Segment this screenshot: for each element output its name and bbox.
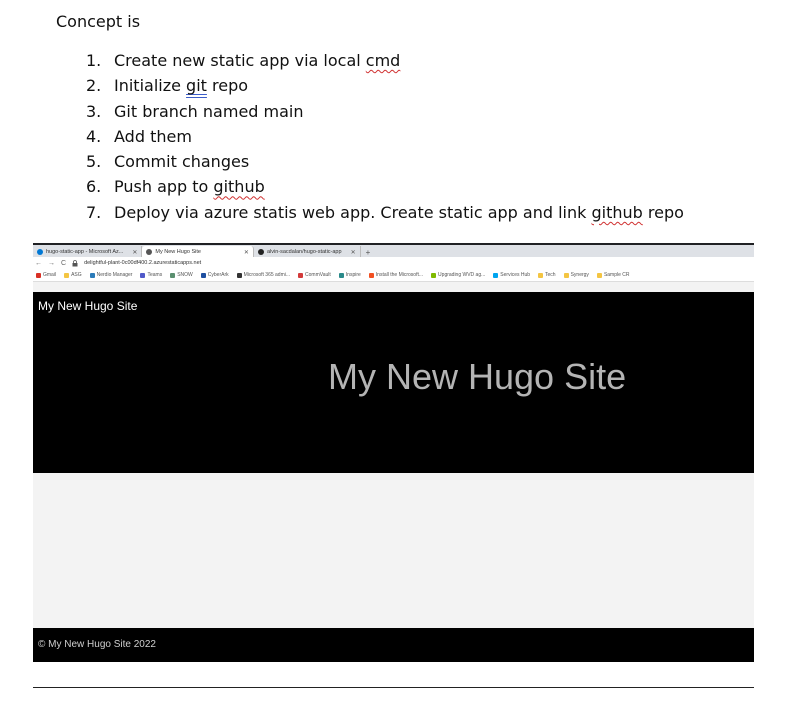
bookmark-item[interactable]: Inspire bbox=[338, 272, 361, 278]
list-item: 7. Deploy via azure statis web app. Creat… bbox=[86, 202, 684, 227]
bookmark-item[interactable]: SNOW bbox=[170, 272, 193, 278]
site-footer: © My New Hugo Site 2022 bbox=[33, 628, 754, 662]
step-text: Deploy via azure statis web app. Create … bbox=[114, 202, 684, 222]
tab-label: My New Hugo Site bbox=[155, 249, 201, 255]
bookmark-item[interactable]: Upgrading WVD ag... bbox=[431, 272, 485, 278]
bookmark-icon bbox=[36, 272, 41, 278]
close-icon[interactable]: ✕ bbox=[132, 249, 137, 256]
close-icon[interactable]: ✕ bbox=[351, 249, 356, 256]
step-number: 2. bbox=[86, 76, 102, 96]
new-tab-button[interactable]: + bbox=[361, 248, 376, 257]
bookmark-item[interactable]: Sample CR bbox=[596, 272, 630, 278]
step-number: 4. bbox=[86, 126, 102, 146]
bookmark-item[interactable]: Microsoft 365 admi... bbox=[236, 272, 290, 278]
list-item: 6. Push app to github bbox=[86, 176, 684, 201]
step-number: 3. bbox=[86, 101, 102, 121]
steps-list: 1. Create new static app via local cmd 2.… bbox=[86, 50, 684, 227]
bookmark-item[interactable]: Nerdio Manager bbox=[89, 272, 132, 278]
bookmark-icon bbox=[200, 272, 206, 278]
step-text: Create new static app via local cmd bbox=[114, 51, 401, 70]
github-icon bbox=[236, 272, 242, 278]
microsoft-icon bbox=[368, 272, 374, 278]
intro-text: Concept is bbox=[56, 12, 141, 31]
tab-label: alvin-sacdalan/hugo-static-app bbox=[266, 249, 342, 255]
bookmark-icon bbox=[338, 272, 344, 278]
github-icon bbox=[257, 249, 264, 255]
bookmark-icon bbox=[298, 272, 304, 278]
site-brand-link[interactable]: My New Hugo Site bbox=[38, 299, 137, 313]
step-text: Push app to github bbox=[114, 177, 265, 197]
step-text: Initialize git repo bbox=[114, 76, 249, 96]
bookmark-item[interactable]: CyberArk bbox=[200, 272, 229, 278]
bookmark-item[interactable]: CommVault bbox=[298, 272, 331, 278]
folder-icon bbox=[596, 272, 602, 278]
reload-icon[interactable]: C bbox=[61, 260, 66, 267]
address-bar: ← → C delightful-plant-0c00df400.2.azure… bbox=[33, 257, 754, 269]
bookmark-item[interactable]: Synergy bbox=[563, 272, 589, 278]
step-text: Git branch named main bbox=[114, 101, 304, 121]
bookmark-item[interactable]: Tech bbox=[538, 272, 556, 278]
forward-icon[interactable]: → bbox=[48, 260, 55, 267]
list-item: 5. Commit changes bbox=[86, 151, 684, 176]
footer-copyright: © My New Hugo Site 2022 bbox=[38, 639, 156, 650]
microsoft-icon bbox=[493, 272, 499, 278]
list-item: 1. Create new static app via local cmd bbox=[86, 50, 684, 75]
bookmark-item[interactable]: Install the Microsoft... bbox=[368, 272, 423, 278]
bookmark-icon bbox=[89, 272, 95, 278]
page-bottom bbox=[33, 662, 754, 687]
step-number: 1. bbox=[86, 51, 102, 70]
grammar-mark: git bbox=[186, 76, 207, 96]
folder-icon bbox=[64, 272, 70, 278]
close-icon[interactable]: ✕ bbox=[244, 249, 249, 256]
step-text: Add them bbox=[114, 126, 192, 146]
page-title: My New Hugo Site bbox=[328, 356, 627, 397]
tab-label: hugo-static-app - Microsoft Az... bbox=[46, 249, 124, 255]
bookmark-icon bbox=[170, 272, 176, 278]
bookmark-item[interactable]: ASG bbox=[64, 272, 82, 278]
bookmarks-bar: Gmail ASG Nerdio Manager Teams SNOW Cybe… bbox=[33, 269, 754, 282]
list-item: 3. Git branch named main bbox=[86, 101, 684, 126]
step-text: Commit changes bbox=[114, 152, 250, 172]
lock-icon bbox=[72, 259, 78, 266]
folder-icon bbox=[538, 272, 544, 278]
folder-icon bbox=[563, 272, 569, 278]
step-number: 6. bbox=[86, 177, 102, 197]
browser-screenshot: hugo-static-app - Microsoft Az... ✕ My N… bbox=[33, 243, 754, 688]
back-icon[interactable]: ← bbox=[35, 260, 42, 267]
azure-icon bbox=[37, 249, 43, 255]
url-field[interactable]: delightful-plant-0c00df400.2.azurestatic… bbox=[84, 260, 201, 266]
spellcheck-mark: cmd bbox=[365, 51, 401, 70]
list-item: 4. Add them bbox=[86, 126, 684, 151]
microsoft-icon bbox=[431, 272, 437, 278]
spellcheck-mark: github bbox=[213, 177, 265, 197]
step-number: 7. bbox=[86, 202, 102, 222]
spellcheck-mark: github bbox=[591, 202, 643, 222]
site-header: My New Hugo Site My New Hugo Site bbox=[33, 292, 754, 473]
bookmark-item[interactable]: Services Hub bbox=[493, 272, 530, 278]
bookmark-item[interactable]: Teams bbox=[140, 272, 162, 278]
list-item: 2. Initialize git repo bbox=[86, 75, 684, 100]
teams-icon bbox=[140, 272, 146, 278]
step-number: 5. bbox=[86, 152, 102, 172]
bookmark-item[interactable]: Gmail bbox=[36, 272, 56, 278]
globe-icon bbox=[146, 249, 153, 255]
site-content bbox=[33, 473, 754, 628]
